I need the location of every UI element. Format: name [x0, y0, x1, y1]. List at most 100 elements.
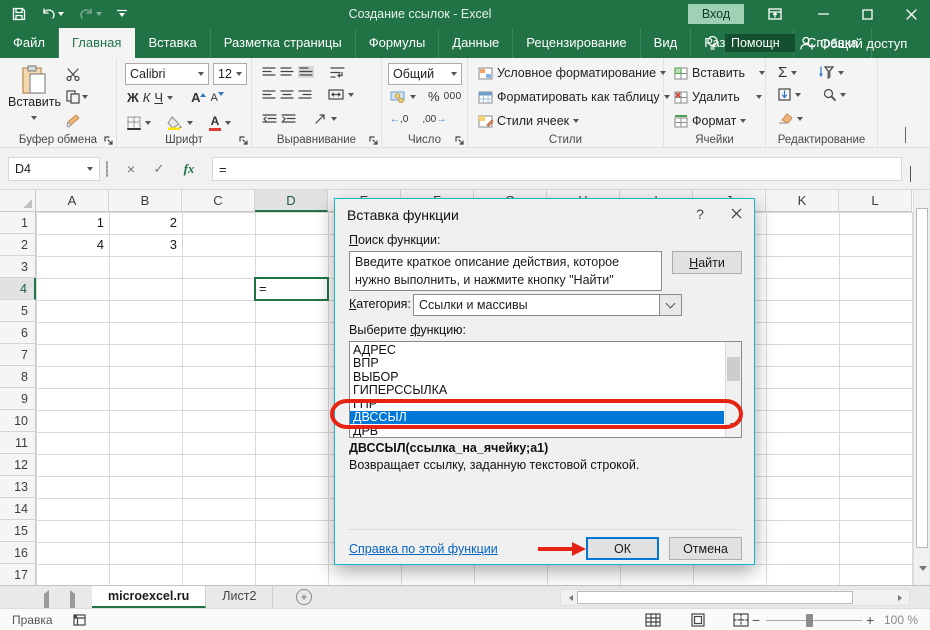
find-button[interactable]: Найти [672, 251, 742, 274]
category-dropdown-icon[interactable] [660, 294, 682, 316]
fill-down-icon[interactable] [778, 88, 791, 101]
ribbon-tab-4[interactable]: Разметка страницы [211, 28, 356, 58]
expand-formula-bar-icon[interactable] [910, 166, 911, 181]
row-header-17[interactable]: 17 [0, 564, 36, 585]
cell-A1[interactable]: 1 [36, 212, 109, 234]
merge-center-icon[interactable] [328, 89, 344, 100]
delete-cells-button[interactable]: Удалить [674, 90, 762, 104]
format-painter-button[interactable] [66, 114, 80, 128]
percent-style-button[interactable]: % [428, 89, 440, 104]
formula-input[interactable]: = [212, 157, 902, 181]
function-list-scrollbar[interactable] [725, 342, 741, 437]
paste-dropdown-icon[interactable] [31, 116, 37, 123]
fill-color-button[interactable] [167, 116, 183, 130]
column-header-A[interactable]: A [36, 190, 109, 212]
align-left-icon[interactable] [262, 90, 276, 100]
zoom-in-button[interactable]: + [866, 612, 874, 628]
function-list[interactable]: АДРЕСВПРВЫБОРГИПЕРССЫЛКАГПРДВССЫЛДРВ [349, 341, 742, 438]
scroll-down-icon[interactable] [919, 571, 927, 586]
ribbon-tab-7[interactable]: Рецензирование [513, 28, 640, 58]
align-right-icon[interactable] [298, 90, 312, 100]
insert-cells-button[interactable]: Вставить [674, 66, 765, 80]
column-header-B[interactable]: B [109, 190, 182, 212]
underline-dropdown-icon[interactable] [167, 96, 173, 103]
row-header-14[interactable]: 14 [0, 498, 36, 520]
tell-me[interactable]: Помощн [706, 28, 795, 58]
function-item-4[interactable]: ГИПЕРССЫЛКА [350, 384, 724, 397]
zoom-out-button[interactable]: − [752, 612, 760, 628]
enter-entry-icon[interactable]: ✓ [146, 157, 172, 181]
zoom-slider-thumb[interactable] [806, 614, 813, 627]
row-header-7[interactable]: 7 [0, 344, 36, 366]
ok-button[interactable]: ОК [586, 537, 659, 560]
accounting-format-icon[interactable] [390, 90, 406, 103]
vertical-scrollbar[interactable] [913, 190, 930, 585]
sheet-next-icon[interactable] [70, 594, 79, 608]
row-header-11[interactable]: 11 [0, 432, 36, 454]
page-layout-view-icon[interactable] [690, 613, 706, 627]
function-item-2[interactable]: ВПР [350, 357, 724, 370]
ribbon-tab-2[interactable]: Главная [59, 28, 135, 58]
align-top-icon[interactable] [262, 67, 276, 77]
function-item-6[interactable]: ДВССЫЛ [350, 411, 724, 424]
row-header-13[interactable]: 13 [0, 476, 36, 498]
list-scroll-down-icon[interactable] [730, 427, 736, 438]
active-cell[interactable]: = [254, 277, 329, 301]
close-icon[interactable] [894, 0, 928, 28]
alignment-dialog-launcher-icon[interactable] [369, 136, 378, 145]
save-icon[interactable] [12, 7, 26, 21]
row-header-12[interactable]: 12 [0, 454, 36, 476]
decrease-decimal-button[interactable]: ,00→ [422, 114, 446, 125]
cancel-button[interactable]: Отмена [669, 537, 742, 560]
comma-style-button[interactable]: 000 [444, 91, 462, 102]
row-header-16[interactable]: 16 [0, 542, 36, 564]
row-header-3[interactable]: 3 [0, 256, 36, 278]
clipboard-dialog-launcher-icon[interactable] [104, 136, 113, 145]
list-scroll-thumb[interactable] [727, 357, 740, 381]
decrease-indent-icon[interactable] [262, 114, 277, 124]
row-header-4[interactable]: 4 [0, 278, 36, 300]
collapse-ribbon-icon[interactable] [905, 128, 906, 143]
share-button[interactable]: Общий доступ [800, 28, 907, 58]
row-header-5[interactable]: 5 [0, 300, 36, 322]
number-dialog-launcher-icon[interactable] [455, 136, 464, 145]
ribbon-tab-3[interactable]: Вставка [135, 28, 210, 58]
maximize-icon[interactable] [850, 0, 884, 28]
search-function-input[interactable]: Введите краткое описание действия, котор… [349, 251, 662, 291]
copy-button[interactable] [66, 90, 88, 104]
tell-me-box[interactable]: Помощн [725, 34, 795, 52]
formula-bar-splitter[interactable] [106, 161, 108, 177]
bold-button[interactable]: Ж [127, 90, 139, 105]
font-dialog-launcher-icon[interactable] [239, 136, 248, 145]
orientation-icon[interactable] [314, 113, 327, 125]
shrink-font-button[interactable]: А [210, 92, 223, 104]
insert-function-icon[interactable]: fx [176, 157, 202, 181]
font-size-select[interactable]: 12 [213, 63, 247, 85]
format-as-table-button[interactable]: Форматировать как таблицу [478, 90, 670, 104]
column-header-K[interactable]: K [766, 190, 839, 212]
cell-B1[interactable]: 2 [109, 212, 182, 234]
select-all-corner[interactable] [0, 190, 36, 212]
cancel-entry-icon[interactable]: × [118, 157, 144, 181]
align-center-icon[interactable] [280, 90, 294, 100]
function-item-7[interactable]: ДРВ [350, 425, 724, 438]
new-sheet-button[interactable]: + [296, 589, 312, 605]
borders-button[interactable] [127, 116, 141, 130]
row-header-9[interactable]: 9 [0, 388, 36, 410]
row-header-8[interactable]: 8 [0, 366, 36, 388]
function-item-1[interactable]: АДРЕС [350, 344, 724, 357]
italic-button[interactable]: К [143, 90, 151, 105]
column-header-L[interactable]: L [839, 190, 912, 212]
customize-qat-icon[interactable] [117, 9, 127, 20]
minimize-icon[interactable] [806, 0, 840, 28]
cell-B2[interactable]: 3 [109, 234, 182, 256]
ribbon-tab-8[interactable]: Вид [641, 28, 692, 58]
name-box[interactable]: D4 [8, 157, 100, 181]
function-item-3[interactable]: ВЫБОР [350, 371, 724, 384]
cell-styles-button[interactable]: Стили ячеек [478, 114, 579, 128]
dialog-close-icon[interactable] [718, 199, 754, 228]
horizontal-scroll-thumb[interactable] [577, 591, 853, 604]
cut-button[interactable] [66, 68, 81, 81]
ribbon-display-options-icon[interactable] [758, 0, 792, 28]
wrap-text-icon[interactable] [330, 67, 345, 78]
